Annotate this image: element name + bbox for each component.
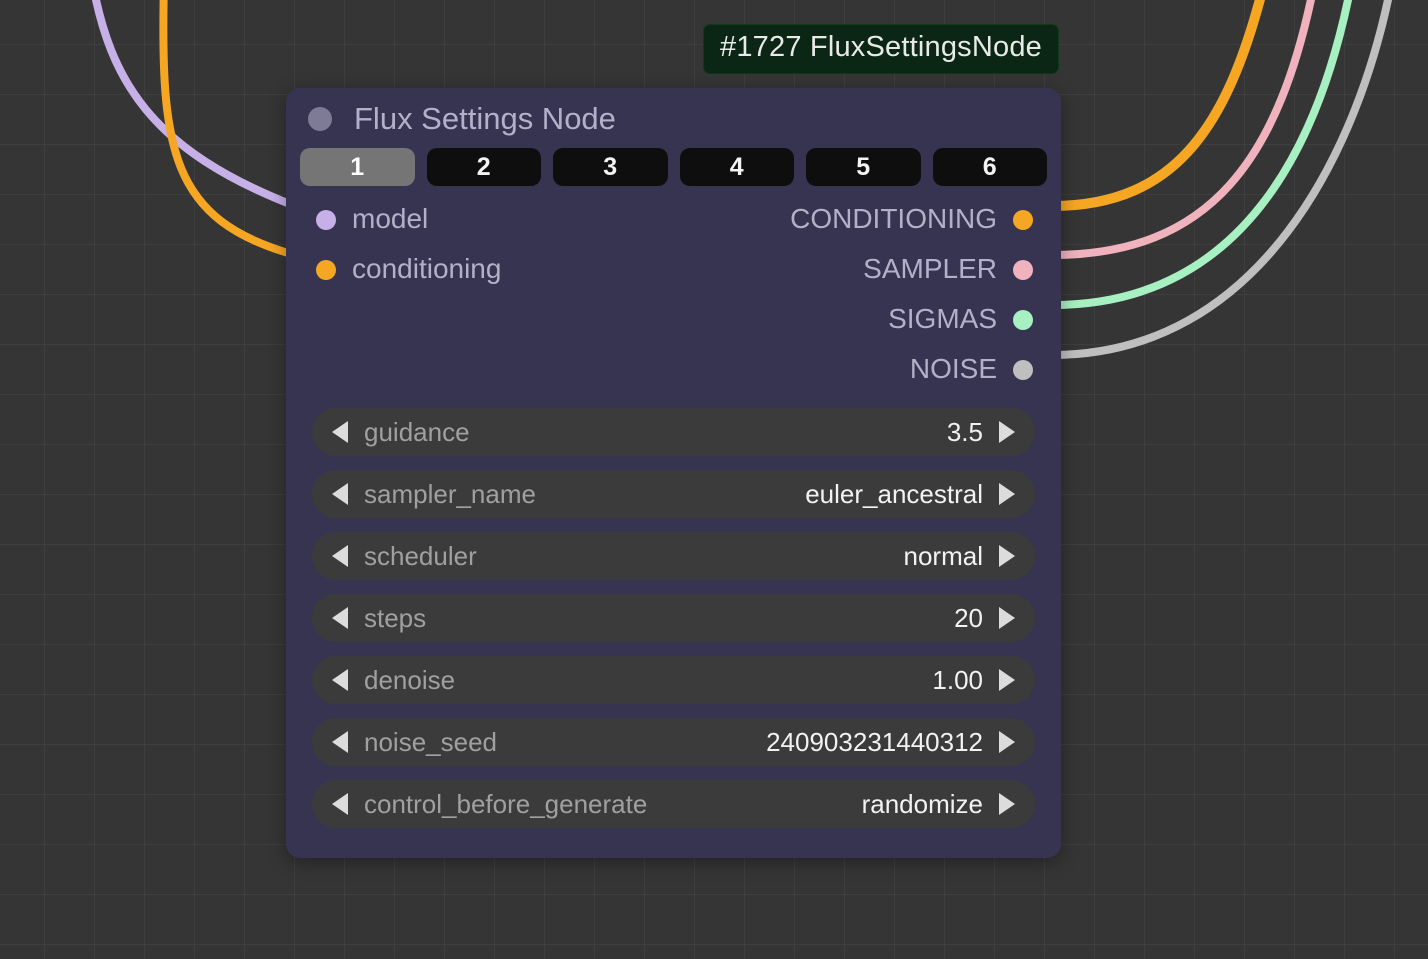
chevron-right-icon[interactable] xyxy=(999,483,1015,505)
port-dot-icon xyxy=(1013,360,1033,380)
widget-scheduler[interactable]: scheduler normal xyxy=(312,532,1035,580)
widget-label: noise_seed xyxy=(364,727,497,758)
chevron-left-icon[interactable] xyxy=(332,421,348,443)
input-port-model[interactable]: model xyxy=(316,194,501,244)
port-label: CONDITIONING xyxy=(790,203,997,235)
node-id-badge: #1727 FluxSettingsNode xyxy=(703,24,1059,74)
widget-steps[interactable]: steps 20 xyxy=(312,594,1035,642)
widget-control_before_generate[interactable]: control_before_generate randomize xyxy=(312,780,1035,828)
port-dot-icon xyxy=(316,210,336,230)
tab-2[interactable]: 2 xyxy=(427,148,542,186)
output-port-noise[interactable]: NOISE xyxy=(790,344,1033,394)
tab-5[interactable]: 5 xyxy=(806,148,921,186)
widget-value: 240903231440312 xyxy=(766,727,983,758)
widget-value: euler_ancestral xyxy=(805,479,983,510)
chevron-right-icon[interactable] xyxy=(999,793,1015,815)
widget-label: denoise xyxy=(364,665,455,696)
widget-label: sampler_name xyxy=(364,479,536,510)
port-label: NOISE xyxy=(910,353,997,385)
chevron-right-icon[interactable] xyxy=(999,421,1015,443)
chevron-left-icon[interactable] xyxy=(332,545,348,567)
widget-noise_seed[interactable]: noise_seed 240903231440312 xyxy=(312,718,1035,766)
widget-value: normal xyxy=(904,541,983,572)
widget-value: 3.5 xyxy=(947,417,983,448)
node-widgets: guidance 3.5 sampler_name euler_ancestralsc… xyxy=(286,402,1061,858)
node-id-text: #1727 FluxSettingsNode xyxy=(720,31,1042,63)
port-dot-icon xyxy=(1013,210,1033,230)
port-label: SIGMAS xyxy=(888,303,997,335)
chevron-left-icon[interactable] xyxy=(332,483,348,505)
port-dot-icon xyxy=(316,260,336,280)
flux-settings-node[interactable]: Flux Settings Node 123456 model condition… xyxy=(286,88,1061,858)
port-label: conditioning xyxy=(352,253,501,285)
chevron-right-icon[interactable] xyxy=(999,731,1015,753)
widget-value: 1.00 xyxy=(932,665,983,696)
widget-label: control_before_generate xyxy=(364,789,647,820)
tab-1[interactable]: 1 xyxy=(300,148,415,186)
output-port-conditioning[interactable]: CONDITIONING xyxy=(790,194,1033,244)
widget-label: steps xyxy=(364,603,426,634)
chevron-left-icon[interactable] xyxy=(332,731,348,753)
node-tabs: 123456 xyxy=(286,148,1061,194)
widget-value: 20 xyxy=(954,603,983,634)
node-ports: model conditioning CONDITIONING SAMPLER SIG… xyxy=(286,194,1061,402)
output-port-sigmas[interactable]: SIGMAS xyxy=(790,294,1033,344)
port-label: model xyxy=(352,203,428,235)
port-dot-icon xyxy=(1013,310,1033,330)
chevron-right-icon[interactable] xyxy=(999,545,1015,567)
widget-label: guidance xyxy=(364,417,470,448)
chevron-left-icon[interactable] xyxy=(332,607,348,629)
widget-denoise[interactable]: denoise 1.00 xyxy=(312,656,1035,704)
tab-4[interactable]: 4 xyxy=(680,148,795,186)
widget-sampler_name[interactable]: sampler_name euler_ancestral xyxy=(312,470,1035,518)
port-label: SAMPLER xyxy=(863,253,997,285)
port-dot-icon xyxy=(1013,260,1033,280)
chevron-left-icon[interactable] xyxy=(332,669,348,691)
widget-guidance[interactable]: guidance 3.5 xyxy=(312,408,1035,456)
tab-6[interactable]: 6 xyxy=(933,148,1048,186)
input-port-conditioning[interactable]: conditioning xyxy=(316,244,501,294)
node-header[interactable]: Flux Settings Node xyxy=(286,88,1061,148)
chevron-left-icon[interactable] xyxy=(332,793,348,815)
chevron-right-icon[interactable] xyxy=(999,669,1015,691)
output-port-sampler[interactable]: SAMPLER xyxy=(790,244,1033,294)
node-collapse-dot-icon[interactable] xyxy=(308,107,332,131)
node-title: Flux Settings Node xyxy=(354,101,616,137)
widget-value: randomize xyxy=(862,789,983,820)
tab-3[interactable]: 3 xyxy=(553,148,668,186)
chevron-right-icon[interactable] xyxy=(999,607,1015,629)
widget-label: scheduler xyxy=(364,541,477,572)
